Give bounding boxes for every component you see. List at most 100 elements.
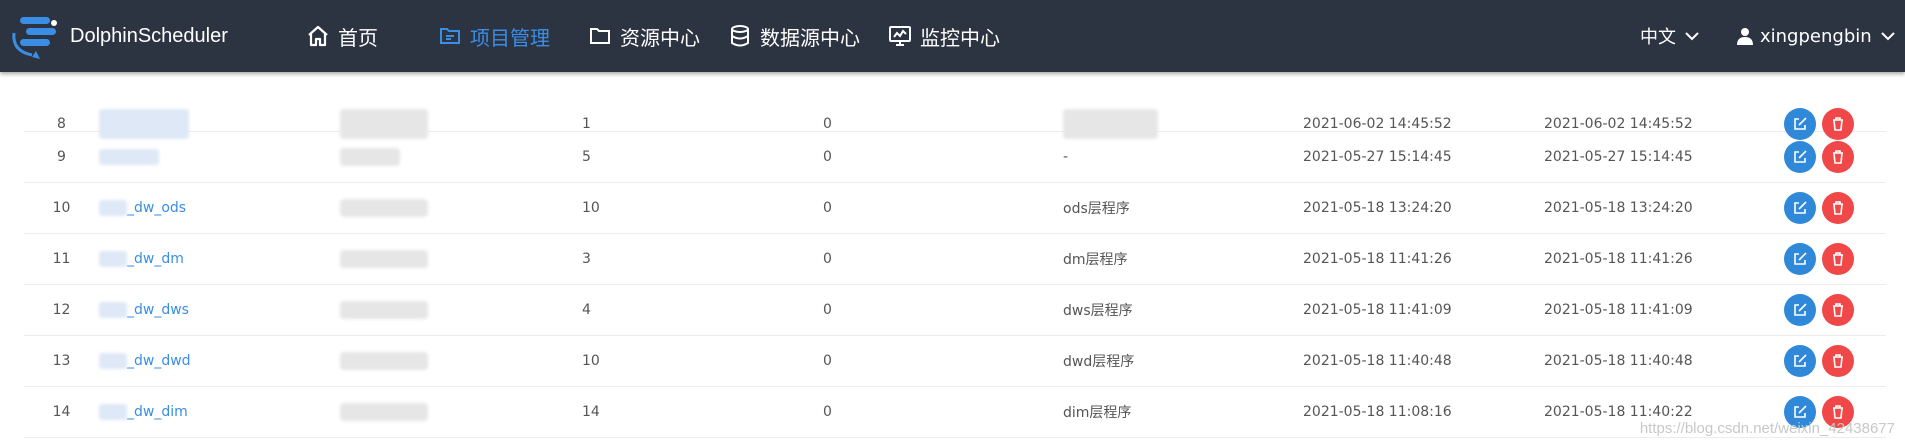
row-actions bbox=[1784, 183, 1860, 233]
row-actions bbox=[1784, 132, 1860, 182]
redacted-name bbox=[99, 353, 127, 369]
create-time: 2021-05-18 11:41:09 bbox=[1303, 302, 1452, 318]
nav-monitor-label: 监控中心 bbox=[920, 25, 1000, 50]
delete-button[interactable] bbox=[1822, 141, 1854, 173]
workflow-count: 10 bbox=[582, 353, 600, 369]
table-row: 9 5 0 - 2021-05-27 15:14:45 2021-05-27 1… bbox=[24, 132, 1886, 183]
project-name-link[interactable]: _dw_dwd bbox=[99, 336, 191, 386]
nav-datasource[interactable]: 数据源中心 bbox=[728, 0, 860, 72]
owner bbox=[340, 285, 428, 335]
home-icon bbox=[308, 25, 328, 47]
edit-icon bbox=[1794, 354, 1807, 367]
row-no: 12 bbox=[52, 302, 71, 318]
user-icon bbox=[1737, 28, 1753, 45]
running-count: 0 bbox=[823, 353, 832, 369]
description: dim层程序 bbox=[1063, 405, 1132, 421]
watermark: https://blog.csdn.net/weixin_42438677 bbox=[1639, 420, 1895, 437]
running-count: 0 bbox=[823, 251, 832, 267]
trash-icon bbox=[1833, 201, 1843, 215]
description: dwd层程序 bbox=[1063, 354, 1135, 370]
redacted-name bbox=[99, 149, 159, 165]
table-row: 13 _dw_dwd 10 0 dwd层程序 2021-05-18 11:40:… bbox=[24, 336, 1886, 387]
table-row: 8 1 0 2021-06-02 14:45:52 2021-06-02 14:… bbox=[24, 72, 1886, 140]
nav-monitor[interactable]: 监控中心 bbox=[888, 0, 1000, 72]
language-label: 中文 bbox=[1640, 27, 1676, 48]
row-no: 10 bbox=[52, 200, 71, 216]
workflow-count: 3 bbox=[582, 251, 591, 267]
edit-button[interactable] bbox=[1784, 243, 1816, 275]
row-no: 9 bbox=[57, 149, 66, 165]
redacted-owner bbox=[340, 250, 428, 268]
delete-button[interactable] bbox=[1822, 243, 1854, 275]
edit-button[interactable] bbox=[1784, 294, 1816, 326]
redacted-owner bbox=[340, 148, 400, 166]
project-name-link[interactable]: _dw_dws bbox=[99, 285, 189, 335]
owner bbox=[340, 387, 428, 437]
trash-icon bbox=[1833, 354, 1843, 368]
project-icon bbox=[440, 28, 460, 44]
create-time: 2021-05-27 15:14:45 bbox=[1303, 149, 1452, 165]
nav-home[interactable]: 首页 bbox=[306, 0, 378, 72]
redacted-owner bbox=[340, 199, 428, 217]
workflow-count: 5 bbox=[582, 149, 591, 165]
folder-icon bbox=[590, 28, 610, 44]
table-row: 12 _dw_dws 4 0 dws层程序 2021-05-18 11:41:0… bbox=[24, 285, 1886, 336]
edit-icon bbox=[1794, 116, 1807, 130]
table-row: 14 _dw_dim 14 0 dim层程序 2021-05-18 11:08:… bbox=[24, 387, 1886, 438]
brand[interactable]: DolphinScheduler bbox=[10, 11, 228, 61]
create-time: 2021-05-18 13:24:20 bbox=[1303, 200, 1452, 216]
project-name-link[interactable]: _dw_dim bbox=[99, 387, 188, 437]
chevron-down-icon bbox=[1685, 32, 1699, 41]
running-count: 0 bbox=[823, 200, 832, 216]
project-name-link[interactable]: _dw_dm bbox=[99, 234, 184, 284]
trash-icon bbox=[1833, 252, 1843, 266]
create-time: 2021-05-18 11:40:48 bbox=[1303, 353, 1452, 369]
delete-button[interactable] bbox=[1822, 345, 1854, 377]
row-actions bbox=[1784, 336, 1860, 386]
running-count: 0 bbox=[823, 404, 832, 420]
redacted-name bbox=[99, 200, 127, 216]
user-menu[interactable]: xingpengbin bbox=[1736, 0, 1896, 72]
description: ods层程序 bbox=[1063, 201, 1130, 217]
delete-button[interactable] bbox=[1822, 294, 1854, 326]
nav-project-label: 项目管理 bbox=[470, 25, 550, 50]
update-time: 2021-05-18 11:41:26 bbox=[1544, 251, 1693, 267]
delete-button[interactable] bbox=[1822, 192, 1854, 224]
nav-resource[interactable]: 资源中心 bbox=[588, 0, 700, 72]
redacted-name bbox=[99, 302, 127, 318]
running-count: 0 bbox=[823, 302, 832, 318]
redacted-owner bbox=[340, 301, 428, 319]
description: dws层程序 bbox=[1063, 303, 1133, 319]
edit-button[interactable] bbox=[1784, 192, 1816, 224]
edit-icon bbox=[1794, 201, 1807, 214]
trash-icon bbox=[1833, 150, 1843, 164]
project-name-link[interactable] bbox=[99, 132, 159, 182]
redacted-name bbox=[99, 251, 127, 267]
redacted-owner bbox=[340, 403, 428, 421]
update-time: 2021-05-18 11:40:48 bbox=[1544, 353, 1693, 369]
owner bbox=[340, 336, 428, 386]
table-row: 11 _dw_dm 3 0 dm层程序 2021-05-18 11:41:26 … bbox=[24, 234, 1886, 285]
table-row: 10 _dw_ods 10 0 ods层程序 2021-05-18 13:24:… bbox=[24, 183, 1886, 234]
owner bbox=[340, 132, 400, 182]
project-name-link[interactable]: _dw_ods bbox=[99, 183, 186, 233]
edit-icon bbox=[1794, 150, 1807, 163]
nav-home-label: 首页 bbox=[338, 25, 378, 50]
nav-resource-label: 资源中心 bbox=[620, 25, 700, 50]
row-actions bbox=[1784, 285, 1860, 335]
row-no: 13 bbox=[52, 353, 71, 369]
nav-datasource-label: 数据源中心 bbox=[760, 25, 860, 50]
edit-icon bbox=[1794, 252, 1807, 265]
nav-project[interactable]: 项目管理 bbox=[438, 0, 550, 72]
language-switch[interactable]: 中文 bbox=[1640, 0, 1700, 72]
edit-button[interactable] bbox=[1784, 141, 1816, 173]
database-icon bbox=[731, 25, 749, 47]
top-navbar: DolphinScheduler 首页 项目管理 资源中心 数据源中心 监控中心… bbox=[0, 0, 1905, 72]
update-time: 2021-05-18 13:24:20 bbox=[1544, 200, 1693, 216]
owner bbox=[340, 234, 428, 284]
update-time: 2021-05-27 15:14:45 bbox=[1544, 149, 1693, 165]
running-count: 0 bbox=[823, 149, 832, 165]
owner bbox=[340, 183, 428, 233]
edit-button[interactable] bbox=[1784, 345, 1816, 377]
dolphin-logo-icon bbox=[12, 17, 57, 59]
